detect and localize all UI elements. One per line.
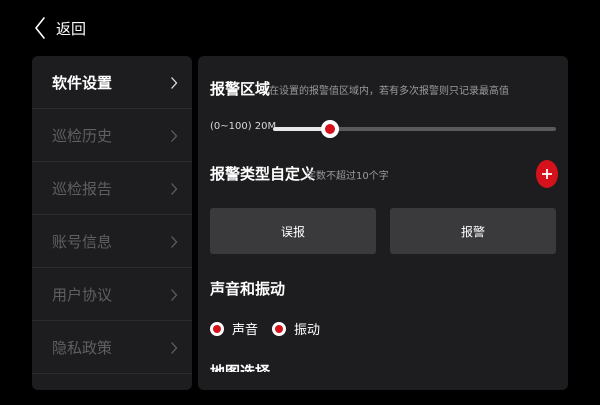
plus-icon <box>541 165 553 184</box>
chevron-right-icon <box>170 234 178 253</box>
partial-section-title-text: 地图选择 <box>210 363 271 372</box>
sidebar-item-user-agreement[interactable]: 用户协议 <box>32 268 192 321</box>
sidebar-item-label: 软件设置 <box>52 73 113 92</box>
chevron-right-icon <box>170 340 178 359</box>
alarm-area-title: 报警区域 <box>210 80 271 98</box>
sidebar-item-privacy-policy[interactable]: 隐私政策 <box>32 321 192 374</box>
alarm-type-hint: 字数不超过10个字 <box>306 171 389 182</box>
sidebar-item-software-settings[interactable]: 软件设置 <box>32 56 192 109</box>
radio-checked-icon <box>210 321 224 336</box>
top-bar: 返回 <box>0 0 600 56</box>
sidebar-item-label: 用户协议 <box>52 285 113 304</box>
alarm-range-label: (0~100) 20M <box>210 121 277 132</box>
sidebar-item-account-info[interactable]: 账号信息 <box>32 215 192 268</box>
chevron-right-icon <box>170 287 178 306</box>
sound-option-label: 声音 <box>232 323 259 338</box>
sound-vibration-title: 声音和振动 <box>210 280 286 298</box>
back-button[interactable]: 返回 <box>34 14 86 42</box>
slider-thumb[interactable] <box>320 120 339 138</box>
chevron-right-icon <box>170 181 178 200</box>
back-label: 返回 <box>56 19 87 38</box>
alarm-range-slider[interactable] <box>273 120 556 138</box>
chevron-right-icon <box>170 128 178 147</box>
vibration-option-label: 振动 <box>294 323 321 338</box>
radio-checked-icon <box>272 321 286 336</box>
add-alarm-type-button[interactable] <box>536 160 558 188</box>
settings-sidebar: 软件设置 巡检历史 巡检报告 账号信息 用户协议 隐私政策 <box>32 56 192 390</box>
sidebar-item-label: 隐私政策 <box>52 338 113 357</box>
partial-section-title: 地图选择 <box>210 362 270 372</box>
alarm-type-title: 报警类型自定义 <box>210 165 316 183</box>
alarm-button[interactable]: 报警 <box>390 208 556 254</box>
sidebar-item-label: 巡检报告 <box>52 179 113 198</box>
sidebar-item-inspection-report[interactable]: 巡检报告 <box>32 162 192 215</box>
chevron-left-icon <box>34 16 46 40</box>
settings-panel: 报警区域 在设置的报警值区域内，若有多次报警则只记录最高值 (0~100) 20… <box>198 56 568 390</box>
false-alarm-button[interactable]: 误报 <box>210 208 376 254</box>
sidebar-item-label: 账号信息 <box>52 232 113 251</box>
sidebar-item-label: 巡检历史 <box>52 126 113 145</box>
chevron-right-icon <box>170 75 178 94</box>
vibration-option[interactable]: 振动 <box>272 319 320 338</box>
alarm-area-hint: 在设置的报警值区域内，若有多次报警则只记录最高值 <box>269 86 509 97</box>
sidebar-item-inspection-history[interactable]: 巡检历史 <box>32 109 192 162</box>
sound-option[interactable]: 声音 <box>210 319 258 338</box>
